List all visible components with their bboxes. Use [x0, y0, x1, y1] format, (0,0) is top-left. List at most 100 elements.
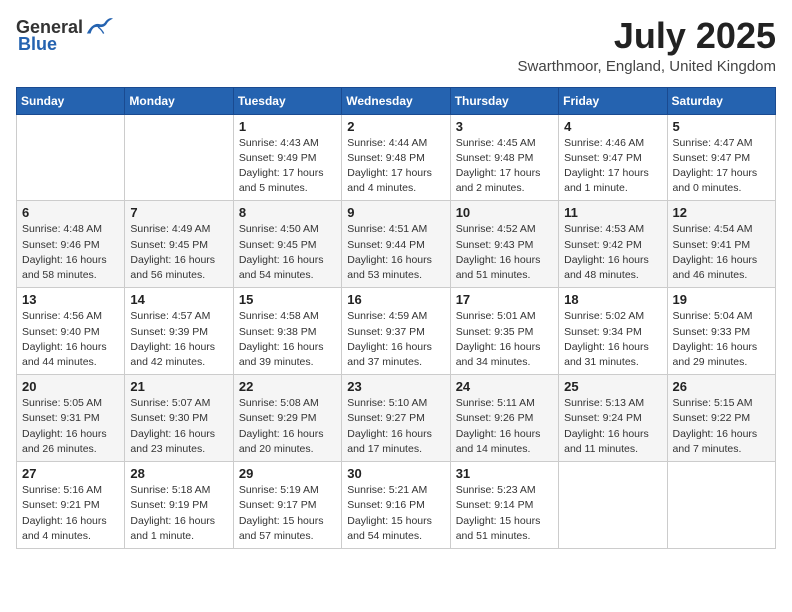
day-number: 9 [347, 205, 444, 220]
calendar-cell: 30 Sunrise: 5:21 AM Sunset: 9:16 PM Dayli… [342, 462, 450, 549]
day-number: 7 [130, 205, 227, 220]
calendar-cell: 7 Sunrise: 4:49 AM Sunset: 9:45 PM Daylig… [125, 201, 233, 288]
day-info: Sunrise: 5:18 AM Sunset: 9:19 PM Dayligh… [130, 483, 227, 544]
calendar-cell: 8Sunrise: 4:50 AM Sunset: 9:45 PM Daylig… [233, 201, 341, 288]
day-number: 23 [347, 379, 444, 394]
calendar-cell: 23 Sunrise: 5:10 AM Sunset: 9:27 PM Dayli… [342, 375, 450, 462]
header-friday: Friday [559, 87, 667, 114]
day-number: 15 [239, 292, 336, 307]
header-sunday: Sunday [17, 87, 125, 114]
day-number: 16 [347, 292, 444, 307]
header-saturday: Saturday [667, 87, 775, 114]
day-number: 30 [347, 466, 444, 481]
calendar-table: SundayMondayTuesdayWednesdayThursdayFrid… [16, 87, 776, 549]
day-number: 10 [456, 205, 553, 220]
day-number: 14 [130, 292, 227, 307]
day-info: Sunrise: 4:46 AM Sunset: 9:47 PM Dayligh… [564, 136, 661, 197]
logo-bird-icon [85, 16, 113, 38]
day-info: Sunrise: 4:43 AM Sunset: 9:49 PM Dayligh… [239, 136, 336, 197]
day-number: 20 [22, 379, 119, 394]
day-info: Sunrise: 5:21 AM Sunset: 9:16 PM Dayligh… [347, 483, 444, 544]
logo-blue-text: Blue [18, 34, 57, 55]
header-tuesday: Tuesday [233, 87, 341, 114]
calendar-week-row: 1 Sunrise: 4:43 AM Sunset: 9:49 PM Daylig… [17, 114, 776, 201]
calendar-cell [125, 114, 233, 201]
day-number: 2 [347, 119, 444, 134]
day-info: Sunrise: 5:11 AM Sunset: 9:26 PM Dayligh… [456, 396, 553, 457]
day-number: 29 [239, 466, 336, 481]
day-info: Sunrise: 5:16 AM Sunset: 9:21 PM Dayligh… [22, 483, 119, 544]
calendar-week-row: 27Sunrise: 5:16 AM Sunset: 9:21 PM Dayli… [17, 462, 776, 549]
day-number: 4 [564, 119, 661, 134]
calendar-cell [559, 462, 667, 549]
header-monday: Monday [125, 87, 233, 114]
day-info: Sunrise: 5:07 AM Sunset: 9:30 PM Dayligh… [130, 396, 227, 457]
calendar-cell: 15Sunrise: 4:58 AM Sunset: 9:38 PM Dayli… [233, 288, 341, 375]
day-number: 11 [564, 205, 661, 220]
calendar-cell: 19 Sunrise: 5:04 AM Sunset: 9:33 PM Dayli… [667, 288, 775, 375]
day-number: 5 [673, 119, 770, 134]
calendar-cell: 10 Sunrise: 4:52 AM Sunset: 9:43 PM Dayli… [450, 201, 558, 288]
calendar-cell: 14 Sunrise: 4:57 AM Sunset: 9:39 PM Dayli… [125, 288, 233, 375]
calendar-cell [17, 114, 125, 201]
day-number: 13 [22, 292, 119, 307]
day-info: Sunrise: 4:49 AM Sunset: 9:45 PM Dayligh… [130, 222, 227, 283]
calendar-cell: 26 Sunrise: 5:15 AM Sunset: 9:22 PM Dayli… [667, 375, 775, 462]
calendar-cell: 9 Sunrise: 4:51 AM Sunset: 9:44 PM Daylig… [342, 201, 450, 288]
day-number: 1 [239, 119, 336, 134]
calendar-cell: 24 Sunrise: 5:11 AM Sunset: 9:26 PM Dayli… [450, 375, 558, 462]
day-info: Sunrise: 5:05 AM Sunset: 9:31 PM Dayligh… [22, 396, 119, 457]
day-info: Sunrise: 5:15 AM Sunset: 9:22 PM Dayligh… [673, 396, 770, 457]
day-info: Sunrise: 5:23 AM Sunset: 9:14 PM Dayligh… [456, 483, 553, 544]
day-info: Sunrise: 4:52 AM Sunset: 9:43 PM Dayligh… [456, 222, 553, 283]
calendar-cell: 22 Sunrise: 5:08 AM Sunset: 9:29 PM Dayli… [233, 375, 341, 462]
day-info: Sunrise: 4:57 AM Sunset: 9:39 PM Dayligh… [130, 309, 227, 370]
day-info: Sunrise: 4:51 AM Sunset: 9:44 PM Dayligh… [347, 222, 444, 283]
day-info: Sunrise: 4:44 AM Sunset: 9:48 PM Dayligh… [347, 136, 444, 197]
calendar-cell: 17 Sunrise: 5:01 AM Sunset: 9:35 PM Dayli… [450, 288, 558, 375]
day-info: Sunrise: 5:19 AM Sunset: 9:17 PM Dayligh… [239, 483, 336, 544]
calendar-week-row: 20 Sunrise: 5:05 AM Sunset: 9:31 PM Dayli… [17, 375, 776, 462]
day-info: Sunrise: 5:01 AM Sunset: 9:35 PM Dayligh… [456, 309, 553, 370]
day-info: Sunrise: 5:08 AM Sunset: 9:29 PM Dayligh… [239, 396, 336, 457]
day-number: 22 [239, 379, 336, 394]
month-title: July 2025 [518, 16, 776, 56]
calendar-cell: 5Sunrise: 4:47 AM Sunset: 9:47 PM Daylig… [667, 114, 775, 201]
day-number: 24 [456, 379, 553, 394]
page-header: General Blue July 2025 Swarthmoor, Engla… [16, 16, 776, 75]
calendar-cell [667, 462, 775, 549]
day-number: 6 [22, 205, 119, 220]
calendar-cell: 18Sunrise: 5:02 AM Sunset: 9:34 PM Dayli… [559, 288, 667, 375]
header-thursday: Thursday [450, 87, 558, 114]
day-number: 18 [564, 292, 661, 307]
calendar-cell: 27Sunrise: 5:16 AM Sunset: 9:21 PM Dayli… [17, 462, 125, 549]
day-number: 28 [130, 466, 227, 481]
title-area: July 2025 Swarthmoor, England, United Ki… [518, 16, 776, 75]
day-number: 21 [130, 379, 227, 394]
day-number: 25 [564, 379, 661, 394]
calendar-cell: 28 Sunrise: 5:18 AM Sunset: 9:19 PM Dayli… [125, 462, 233, 549]
day-info: Sunrise: 4:48 AM Sunset: 9:46 PM Dayligh… [22, 222, 119, 283]
day-info: Sunrise: 5:10 AM Sunset: 9:27 PM Dayligh… [347, 396, 444, 457]
calendar-cell: 1 Sunrise: 4:43 AM Sunset: 9:49 PM Daylig… [233, 114, 341, 201]
day-number: 17 [456, 292, 553, 307]
calendar-cell: 21 Sunrise: 5:07 AM Sunset: 9:30 PM Dayli… [125, 375, 233, 462]
calendar-cell: 12Sunrise: 4:54 AM Sunset: 9:41 PM Dayli… [667, 201, 775, 288]
calendar-cell: 13Sunrise: 4:56 AM Sunset: 9:40 PM Dayli… [17, 288, 125, 375]
calendar-cell: 29 Sunrise: 5:19 AM Sunset: 9:17 PM Dayli… [233, 462, 341, 549]
header-wednesday: Wednesday [342, 87, 450, 114]
calendar-cell: 31Sunrise: 5:23 AM Sunset: 9:14 PM Dayli… [450, 462, 558, 549]
day-number: 12 [673, 205, 770, 220]
day-info: Sunrise: 4:59 AM Sunset: 9:37 PM Dayligh… [347, 309, 444, 370]
location-title: Swarthmoor, England, United Kingdom [518, 58, 776, 75]
day-info: Sunrise: 4:53 AM Sunset: 9:42 PM Dayligh… [564, 222, 661, 283]
day-info: Sunrise: 5:04 AM Sunset: 9:33 PM Dayligh… [673, 309, 770, 370]
day-info: Sunrise: 4:50 AM Sunset: 9:45 PM Dayligh… [239, 222, 336, 283]
calendar-week-row: 6 Sunrise: 4:48 AM Sunset: 9:46 PM Daylig… [17, 201, 776, 288]
day-number: 26 [673, 379, 770, 394]
calendar-cell: 2 Sunrise: 4:44 AM Sunset: 9:48 PM Daylig… [342, 114, 450, 201]
calendar-cell: 11 Sunrise: 4:53 AM Sunset: 9:42 PM Dayli… [559, 201, 667, 288]
calendar-cell: 3Sunrise: 4:45 AM Sunset: 9:48 PM Daylig… [450, 114, 558, 201]
day-number: 19 [673, 292, 770, 307]
day-number: 3 [456, 119, 553, 134]
